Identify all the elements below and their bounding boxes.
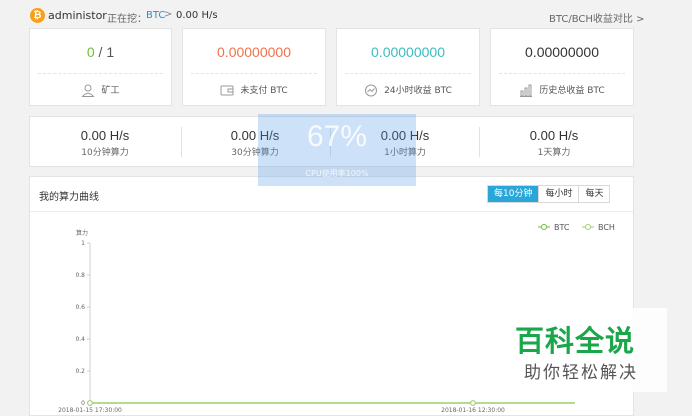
chevron-right-icon: >: [164, 9, 173, 20]
y-tick-label: 0.6: [75, 304, 85, 311]
compare-earnings-link[interactable]: BTC/BCH收益对比 >: [549, 10, 644, 25]
divider: [38, 73, 163, 74]
y-tick-label: 0: [81, 400, 85, 407]
stat-footer: 历史总收益 BTC: [491, 83, 633, 97]
stat-footer: 矿工: [30, 83, 171, 97]
watermark-title: 百科全说: [515, 324, 636, 358]
tab-10min[interactable]: 每10分钟: [488, 186, 539, 202]
divider: [345, 73, 471, 74]
hashrate-1day: 0.00 H/s 1天算力: [479, 117, 629, 168]
divider: [30, 211, 633, 212]
stat-value: 0 / 1: [30, 44, 171, 60]
legend-label-bch: BCH: [598, 223, 615, 232]
top-bar: ₿ administor 正在挖： BTC > 0.00 H/s BTC/BCH…: [0, 0, 692, 30]
hashrate-value: 0.00 H/s: [80, 128, 130, 143]
site-watermark: 百科全说 助你轻松解决: [505, 308, 667, 392]
cpu-usage-overlay: 67% CPU使用率100%: [258, 114, 416, 186]
cpu-usage-percent: 67%: [306, 120, 368, 153]
mining-rate: 0.00 H/s: [176, 10, 218, 21]
divider: [191, 73, 317, 74]
y-tick-label: 1: [81, 240, 85, 247]
bitcoin-icon: ₿: [30, 8, 45, 23]
history-icon: [520, 84, 533, 97]
data-point-bch: [470, 400, 476, 406]
stat-card-unpaid: 0.00000000 未支付 BTC: [182, 28, 326, 106]
tab-hourly[interactable]: 每小时: [538, 186, 579, 202]
miners-online: 0: [86, 44, 95, 60]
stat-value: 0.00000000: [371, 44, 445, 60]
divider: [499, 73, 625, 74]
y-tick-label: 0.2: [75, 368, 85, 375]
cpu-usage-text: CPU使用率100%: [305, 169, 369, 178]
hashrate-10min: 0.00 H/s 10分钟算力: [30, 117, 180, 168]
stat-label: 历史总收益 BTC: [539, 86, 605, 96]
stat-card-history: 0.00000000 历史总收益 BTC: [490, 28, 634, 106]
stat-card-24h: 0.00000000 24小时收益 BTC: [336, 28, 480, 106]
miners-separator: /: [94, 44, 107, 60]
stat-label: 24小时收益 BTC: [384, 86, 452, 96]
y-tick-label: 0.4: [75, 336, 85, 343]
username[interactable]: administor: [48, 9, 107, 22]
data-point-bch: [87, 400, 93, 406]
mining-coin-link[interactable]: BTC: [146, 10, 165, 21]
stat-footer: 24小时收益 BTC: [337, 83, 479, 97]
stat-card-miners: 0 / 1 矿工: [29, 28, 172, 106]
stat-footer: 未支付 BTC: [183, 83, 325, 97]
hashrate-value: 0.00 H/s: [529, 128, 579, 143]
stat-label: 矿工: [101, 86, 120, 96]
legend-marker-btc: [541, 224, 547, 230]
trend-icon: [365, 84, 378, 97]
tab-daily[interactable]: 每天: [578, 186, 610, 202]
stat-value: 0.00000000: [217, 44, 291, 60]
legend-label-btc: BTC: [554, 223, 570, 232]
hashrate-label: 10分钟算力: [81, 148, 129, 158]
y-tick-label: 0.8: [75, 272, 85, 279]
wallet-icon: [220, 85, 234, 96]
hashrate-label: 1天算力: [537, 148, 571, 158]
mining-label: 正在挖：: [107, 14, 147, 25]
miners-total: 1: [106, 44, 115, 60]
y-axis-label: 算力: [76, 229, 88, 237]
watermark-subtitle: 助你轻松解决: [524, 363, 638, 383]
stat-label: 未支付 BTC: [240, 86, 288, 96]
x-tick-label: 2018-01-16 12:30:00: [441, 407, 505, 414]
legend-marker-bch: [585, 224, 591, 230]
range-tabs: 每10分钟 每小时 每天: [487, 185, 611, 203]
chart-title: 我的算力曲线: [39, 192, 99, 203]
stat-value: 0.00000000: [525, 44, 599, 60]
x-tick-label: 2018-01-15 17:30:00: [58, 407, 122, 414]
miner-icon: [81, 84, 96, 97]
